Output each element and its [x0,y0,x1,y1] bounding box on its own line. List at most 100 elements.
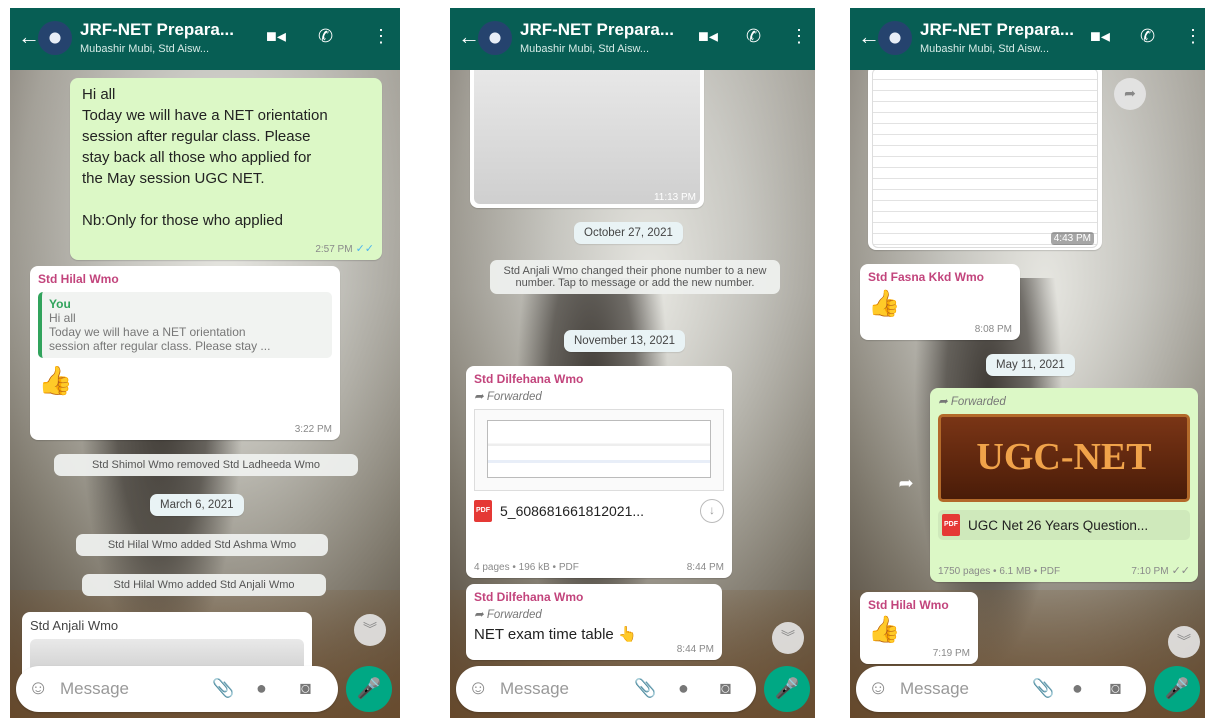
message-line: session after regular class. Please [82,128,311,145]
image-message[interactable]: 11:13 PM [470,58,704,208]
message-text: NET exam time table 👆 [474,626,637,643]
emoji-icon[interactable]: ☺ [468,678,488,698]
scroll-down-icon[interactable]: ︾ [1168,626,1200,658]
message-input-bar[interactable]: ☺ Message 📎 ● ◙ [16,666,338,712]
message-input[interactable]: Message [500,679,569,699]
date-chip: November 13, 2021 [564,330,686,352]
chat-screen-1: ← JRF-NET Prepara... Mubashir Mubi, Std … [10,8,400,718]
camera-icon[interactable]: ◙ [300,678,311,698]
message-time: 7:10 PM ✓✓ [1131,565,1190,577]
sender-name: Std Fasna Kkd Wmo [868,270,985,284]
forwarded-label: ➦ Forwarded [938,396,1006,408]
message-bubble-outgoing[interactable]: Hi all Today we will have a NET orientat… [70,78,382,260]
scroll-down-icon[interactable]: ︾ [772,622,804,654]
video-call-icon[interactable]: ■◂ [698,26,718,47]
message-input[interactable]: Message [60,679,129,699]
image-message[interactable]: 4:43 PM [868,64,1102,250]
mic-icon[interactable]: 🎤 [346,666,392,712]
video-call-icon[interactable]: ■◂ [1090,26,1110,47]
system-message: Std Hilal Wmo added Std Ashma Wmo [76,534,328,556]
sender-name: Std Dilfehana Wmo [474,372,584,386]
voice-call-icon[interactable]: ✆ [1140,26,1155,47]
message-bubble-incoming[interactable]: Std Dilfehana Wmo ➦ Forwarded NET exam t… [466,584,722,660]
document-message[interactable]: ➦ Forwarded UGC-NET PDF UGC Net 26 Years… [930,388,1198,582]
forwarded-label: ➦ Forwarded [474,609,542,621]
message-time: 2:57 PM ✓✓ [315,243,374,255]
message-bubble-incoming[interactable]: Std Hilal Wmo You Hi all Today we will h… [30,266,340,440]
menu-dots-icon[interactable]: ⋮ [790,26,808,47]
message-input[interactable]: Message [900,679,969,699]
camera-icon[interactable]: ◙ [720,678,731,698]
forward-arrow-icon: ➦ [474,391,487,403]
message-line: Hi all [82,86,116,103]
chat-subtitle[interactable]: Mubashir Mubi, Std Aisw... [920,43,1049,55]
attach-icon[interactable]: 📎 [634,678,656,698]
document-meta: 4 pages • 196 kB • PDF [474,562,579,573]
forward-icon[interactable]: ➦ [890,468,922,500]
menu-dots-icon[interactable]: ⋮ [372,26,390,47]
sender-name: Std Anjali Wmo [30,618,119,633]
chat-title[interactable]: JRF-NET Prepara... [920,20,1074,40]
chat-title[interactable]: JRF-NET Prepara... [520,20,674,40]
message-line: Nb:Only for those who applied [82,212,283,229]
forward-icon[interactable]: ➦ [1114,78,1146,110]
group-avatar[interactable] [478,21,512,55]
scroll-down-icon[interactable]: ︾ [354,614,386,646]
document-meta: 1750 pages • 6.1 MB • PDF [938,566,1061,577]
back-arrow-icon[interactable]: ← [858,26,880,48]
back-arrow-icon[interactable]: ← [18,26,40,48]
read-ticks-icon: ✓✓ [355,243,374,255]
delivered-ticks-icon: ✓✓ [1171,565,1190,577]
video-call-icon[interactable]: ■◂ [266,26,286,47]
document-preview[interactable] [474,409,724,491]
chat-title[interactable]: JRF-NET Prepara... [80,20,234,40]
message-line: Today we will have a NET orientation [82,107,328,124]
document-message[interactable]: Std Dilfehana Wmo ➦ Forwarded PDF 5_6086… [466,366,732,578]
group-avatar[interactable] [38,21,72,55]
date-chip: May 11, 2021 [986,354,1075,376]
emoji-icon[interactable]: ☺ [28,678,48,698]
document-image-preview[interactable] [872,68,1098,248]
emoji-icon[interactable]: ☺ [868,678,888,698]
forward-arrow-icon: ➦ [938,396,951,408]
voice-call-icon[interactable]: ✆ [746,26,761,47]
attach-icon[interactable]: 📎 [1032,678,1054,698]
group-avatar[interactable] [878,21,912,55]
message-input-bar[interactable]: ☺ Message 📎 ● ◙ [856,666,1146,712]
message-bubble-incoming[interactable]: Std Fasna Kkd Wmo 👍 8:08 PM [860,264,1020,340]
quote-text: Hi all [49,311,76,325]
message-line: stay back all those who applied for [82,149,312,166]
pdf-icon: PDF [474,500,492,522]
quote-sender: You [49,297,71,311]
voice-call-icon[interactable]: ✆ [318,26,333,47]
download-icon[interactable]: ↓ [700,499,724,523]
chat-subtitle[interactable]: Mubashir Mubi, Std Aisw... [520,43,649,55]
date-chip: March 6, 2021 [150,494,244,516]
payment-icon[interactable]: ● [678,678,689,698]
payment-icon[interactable]: ● [1072,678,1083,698]
forward-arrow-icon: ➦ [474,609,487,621]
message-bubble-incoming[interactable]: Std Hilal Wmo 👍 7:19 PM [860,592,978,664]
message-time: 8:08 PM [974,324,1012,335]
camera-icon[interactable]: ◙ [1110,678,1121,698]
sender-name: Std Hilal Wmo [38,272,119,286]
system-message: Std Shimol Wmo removed Std Ladheeda Wmo [54,454,358,476]
document-filename: UGC Net 26 Years Question... [968,517,1149,533]
message-time: 8:44 PM [676,644,714,655]
document-file-row[interactable]: PDF UGC Net 26 Years Question... [938,510,1190,540]
mic-icon[interactable]: 🎤 [764,666,810,712]
chat-subtitle[interactable]: Mubashir Mubi, Std Aisw... [80,43,209,55]
image-preview[interactable] [474,62,700,204]
document-file-row[interactable]: PDF 5_6086816618120​21... ↓ [474,499,724,523]
chat-screen-2: ← JRF-NET Prepara... Mubashir Mubi, Std … [450,8,815,718]
back-arrow-icon[interactable]: ← [458,26,480,48]
mic-icon[interactable]: 🎤 [1154,666,1200,712]
payment-icon[interactable]: ● [256,678,267,698]
message-input-bar[interactable]: ☺ Message 📎 ● ◙ [456,666,756,712]
quoted-message[interactable]: You Hi all Today we will have a NET orie… [38,292,332,358]
document-banner[interactable]: UGC-NET [938,414,1190,502]
menu-dots-icon[interactable]: ⋮ [1184,26,1202,47]
system-message[interactable]: Std Anjali Wmo changed their phone numbe… [490,260,780,294]
attach-icon[interactable]: 📎 [212,678,234,698]
chat-header: ← JRF-NET Prepara... Mubashir Mubi, Std … [10,8,400,70]
